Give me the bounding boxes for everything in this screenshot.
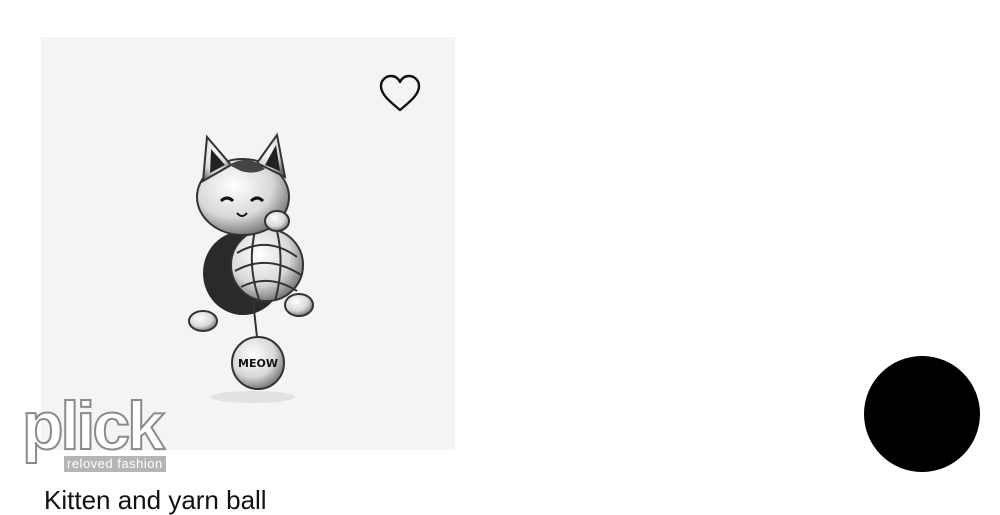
charm-engraving: MEOW xyxy=(238,357,278,370)
plick-watermark-logo: plick reloved fashion xyxy=(20,387,190,476)
wishlist-button[interactable] xyxy=(378,73,422,115)
product-title[interactable]: Kitten and yarn ball xyxy=(44,485,267,515)
watermark-tagline: reloved fashion xyxy=(64,456,166,472)
floating-action-button[interactable] xyxy=(864,356,980,472)
cat-yarn-charm-icon: MEOW xyxy=(188,132,314,403)
heart-outline-icon xyxy=(379,74,421,112)
watermark-word: plick xyxy=(21,387,166,465)
